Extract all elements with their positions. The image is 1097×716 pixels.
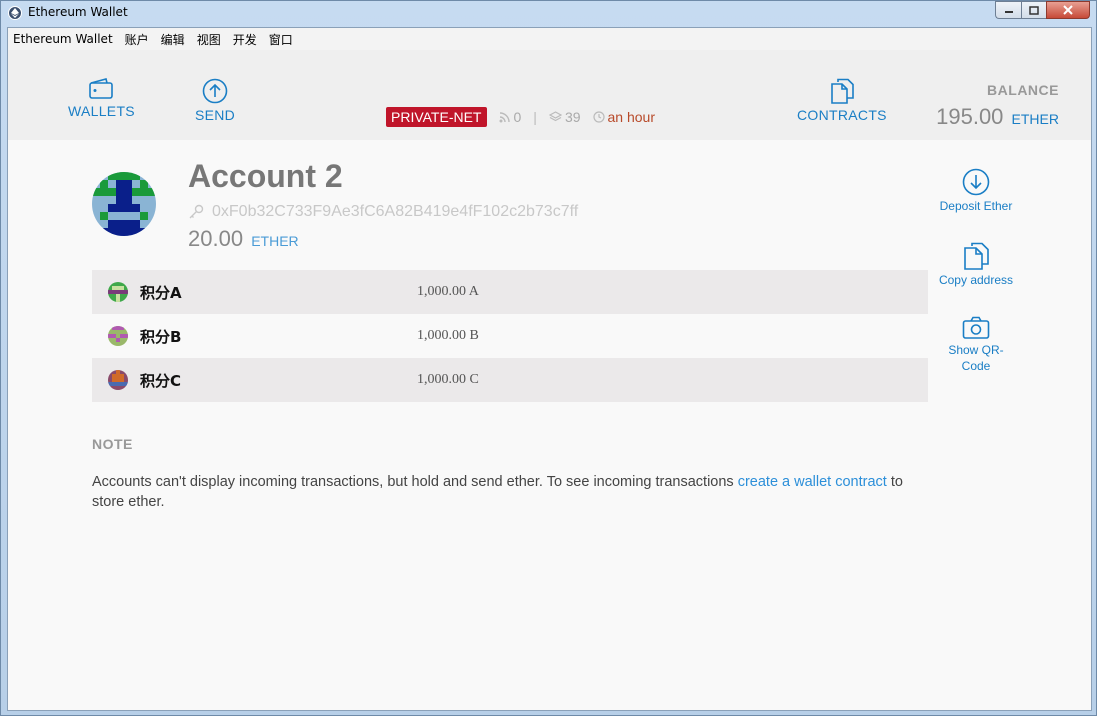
nav-send[interactable]: SEND — [195, 78, 235, 123]
copy-icon — [964, 242, 989, 270]
nav-send-label: SEND — [195, 107, 236, 123]
token-row[interactable]: 积分A 1,000.00 A — [92, 270, 928, 314]
token-row[interactable]: 积分B 1,000.00 B — [92, 314, 928, 358]
balance-amount: 195.00 ETHER — [936, 104, 1059, 130]
last-block-time: an hour — [592, 109, 655, 125]
status-separator: | — [533, 109, 537, 125]
note-heading: NOTE — [92, 436, 133, 452]
menu-develop[interactable]: 开发 — [233, 31, 257, 48]
token-amount: 1,000.00 B — [417, 328, 479, 343]
block-count: 39 — [548, 109, 581, 125]
nav-contracts-label: CONTRACTS — [797, 107, 887, 123]
peer-count: 0 — [499, 109, 522, 125]
documents-icon — [831, 78, 854, 104]
token-amount: 1,000.00 A — [417, 284, 479, 299]
nav-wallets[interactable]: WALLETS — [68, 78, 135, 119]
create-wallet-contract-link[interactable]: create a wallet contract — [738, 474, 887, 490]
menu-edit[interactable]: 编辑 — [161, 31, 185, 48]
app-window: Ethereum Wallet Ethereum Wallet 账户 编辑 视图… — [0, 0, 1097, 716]
arrow-up-circle-icon — [202, 78, 228, 104]
nav-wallets-label: WALLETS — [68, 103, 135, 119]
network-status: PRIVATE-NET 0 | 39 an hour — [386, 107, 655, 127]
token-amount: 1,000.00 C — [417, 372, 479, 387]
window-title: Ethereum Wallet — [28, 5, 128, 19]
wallet-icon — [89, 78, 114, 99]
maximize-button[interactable] — [1021, 1, 1046, 19]
app-client-area: Ethereum Wallet 账户 编辑 视图 开发 窗口 WALLETS S… — [7, 27, 1092, 711]
balance-label: BALANCE — [987, 82, 1059, 98]
header: WALLETS SEND PRIVATE-NET 0 | 39 an hour … — [8, 50, 1091, 140]
deposit-ether-button[interactable]: Deposit Ether — [936, 168, 1016, 214]
menu-bar: Ethereum Wallet 账户 编辑 视图 开发 窗口 — [8, 28, 1091, 50]
token-name: 积分B — [140, 327, 182, 346]
ethereum-app-icon — [8, 6, 22, 20]
note-text-before: Accounts can't display incoming transact… — [92, 474, 738, 490]
window-controls — [995, 1, 1090, 19]
account-address[interactable]: 0xF0b32C733F9Ae3fC6A82B419e4fF102c2b73c7… — [212, 203, 578, 221]
account-address-row: 0xF0b32C733F9Ae3fC6A82B419e4fF102c2b73c7… — [188, 203, 578, 221]
account-balance: 20.00 ETHER — [188, 226, 299, 252]
deposit-ether-label: Deposit Ether — [939, 199, 1013, 213]
balance-unit: ETHER — [1011, 111, 1059, 127]
account-balance-unit: ETHER — [251, 233, 299, 249]
close-button[interactable] — [1046, 1, 1090, 19]
balance-value: 195.00 — [936, 104, 1004, 129]
token-name: 积分C — [140, 371, 182, 390]
signal-icon — [499, 112, 510, 123]
account-identicon — [92, 172, 156, 236]
menu-window[interactable]: 窗口 — [269, 31, 293, 48]
token-name: 积分A — [140, 283, 182, 302]
menu-app[interactable]: Ethereum Wallet — [13, 32, 113, 46]
account-balance-value: 20.00 — [188, 226, 244, 251]
network-badge: PRIVATE-NET — [386, 107, 487, 127]
token-b-identicon — [108, 326, 128, 346]
nav-contracts[interactable]: CONTRACTS — [797, 78, 887, 123]
camera-icon — [962, 316, 990, 339]
minimize-button[interactable] — [995, 1, 1021, 19]
menu-account[interactable]: 账户 — [125, 31, 149, 48]
arrow-down-circle-icon — [962, 168, 990, 196]
account-name: Account 2 — [188, 158, 343, 194]
token-list: 积分A 1,000.00 A 积分B 1,000.00 B 积分C 1,000.… — [92, 270, 928, 402]
title-bar: Ethereum Wallet — [1, 1, 1096, 25]
menu-view[interactable]: 视图 — [197, 31, 221, 48]
copy-address-button[interactable]: Copy address — [936, 242, 1016, 288]
clock-icon — [592, 111, 605, 123]
copy-address-label: Copy address — [938, 273, 1014, 287]
peer-count-value: 0 — [513, 109, 522, 125]
token-row[interactable]: 积分C 1,000.00 C — [92, 358, 928, 402]
show-qr-code-button[interactable]: Show QR-Code — [936, 316, 1016, 374]
token-a-identicon — [108, 282, 128, 302]
total-balance: BALANCE 195.00 ETHER — [936, 82, 1059, 130]
layers-icon — [548, 111, 562, 122]
show-qr-code-label: Show QR-Code — [948, 343, 1004, 373]
last-block-time-value: an hour — [607, 109, 655, 125]
token-c-identicon — [108, 370, 128, 390]
block-count-value: 39 — [564, 109, 581, 125]
note-text: Accounts can't display incoming transact… — [92, 472, 922, 512]
key-icon — [189, 204, 204, 219]
